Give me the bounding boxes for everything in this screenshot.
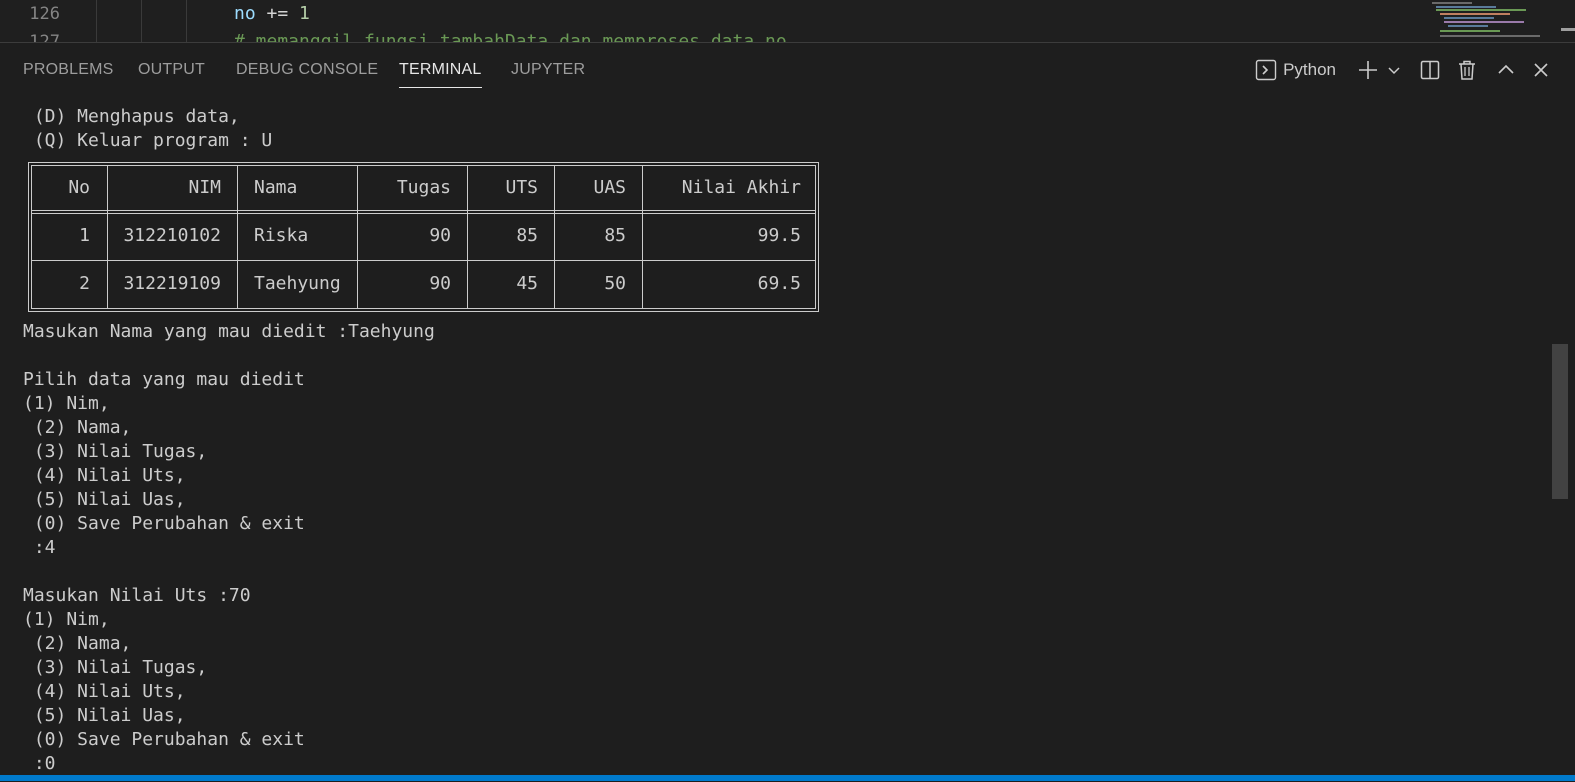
terminal-line: (4) Nilai Uts,	[23, 681, 186, 702]
table-header-cell: UTS	[505, 177, 538, 198]
status-bar-edge	[0, 775, 1575, 781]
terminal-line: :0	[23, 753, 56, 774]
table-header-cell: UAS	[593, 177, 626, 198]
terminal-line: Masukan Nama yang mau diedit :Taehyung	[23, 321, 435, 342]
table-cell: 69.5	[757, 273, 801, 294]
line-number: 126	[29, 4, 60, 24]
terminal-output-lines: Masukan Nama yang mau diedit :Taehyung P…	[0, 320, 1540, 775]
code-token: 1	[299, 3, 310, 24]
data-table: No NIM Nama Tugas UTS UAS Nilai Akhir 1 …	[28, 162, 819, 312]
table-cell: 2	[79, 273, 90, 294]
maximize-panel-button[interactable]	[1496, 55, 1516, 85]
terminal-line: (1) Nim,	[23, 393, 110, 414]
table-header-cell: No	[68, 177, 90, 198]
table-header-cell: Tugas	[396, 177, 451, 198]
editor-scrollbar[interactable]	[1559, 0, 1575, 42]
table-cell: 312219109	[123, 273, 221, 294]
terminal-line: (3) Nilai Tugas,	[23, 657, 208, 678]
table-cell: Riska	[254, 225, 309, 246]
table-header-cell: Nilai Akhir	[681, 177, 801, 198]
terminal-line: (2) Nama,	[23, 417, 132, 438]
close-icon	[1532, 61, 1550, 79]
split-icon	[1420, 60, 1440, 80]
terminal-line: (3) Nilai Tugas,	[23, 441, 208, 462]
trash-icon	[1457, 59, 1477, 81]
terminal-line: (2) Nama,	[23, 633, 132, 654]
table-cell: Taehyung	[254, 273, 341, 294]
terminal-line: (D) Menghapus data,	[23, 106, 240, 127]
close-panel-button[interactable]	[1532, 55, 1550, 85]
tab-terminal[interactable]: TERMINAL	[399, 59, 482, 88]
terminal-line: (0) Save Perubahan & exit	[23, 729, 305, 750]
split-terminal-button[interactable]	[1420, 55, 1440, 85]
table-cell: 99.5	[757, 225, 801, 246]
table-cell: 85	[604, 225, 626, 246]
terminal-line: :4	[23, 537, 56, 558]
terminal-line: (1) Nim,	[23, 609, 110, 630]
table-header-cell: Nama	[254, 177, 298, 198]
scroll-marker	[1561, 28, 1575, 31]
table-cell: 90	[429, 225, 451, 246]
code-comment: # memanggil fungsi tambahData dan mempro…	[234, 31, 787, 42]
terminal-scrollbar-thumb[interactable]	[1552, 344, 1568, 499]
terminal-icon	[1255, 59, 1277, 81]
code-line[interactable]: 126 no += 1	[0, 0, 1420, 28]
terminal-line: (5) Nilai Uas,	[23, 489, 186, 510]
panel-tab-bar: PROBLEMS OUTPUT DEBUG CONSOLE TERMINAL J…	[0, 43, 1575, 95]
chevron-down-icon	[1387, 63, 1401, 77]
terminal-dropdown-button[interactable]	[1387, 55, 1401, 85]
terminal-line: (4) Nilai Uts,	[23, 465, 186, 486]
code-token: no	[234, 3, 256, 24]
table-cell: 45	[516, 273, 538, 294]
kill-terminal-button[interactable]	[1457, 55, 1477, 85]
chevron-up-icon	[1496, 60, 1516, 80]
tab-jupyter[interactable]: JUPYTER	[511, 59, 585, 87]
plus-icon	[1357, 59, 1379, 81]
code-line[interactable]: 127 # memanggil fungsi tambahData dan me…	[0, 28, 1420, 42]
terminal-shell-selector[interactable]: Python	[1255, 55, 1336, 85]
terminal-line: Pilih data yang mau diedit	[23, 369, 305, 390]
terminal-line: (0) Save Perubahan & exit	[23, 513, 305, 534]
tab-output[interactable]: OUTPUT	[138, 59, 205, 87]
table-cell: 90	[429, 273, 451, 294]
tab-debug-console[interactable]: DEBUG CONSOLE	[236, 59, 378, 87]
tab-problems[interactable]: PROBLEMS	[23, 59, 114, 87]
shell-name: Python	[1283, 60, 1336, 79]
table-header-cell: NIM	[188, 177, 221, 198]
table-cell: 312210102	[123, 225, 221, 246]
line-number: 127	[29, 32, 60, 42]
terminal-line: (Q) Keluar program : U	[23, 130, 273, 151]
code-editor[interactable]: 126 no += 1 127 # memanggil fungsi tamba…	[0, 0, 1575, 42]
code-token: +=	[255, 3, 300, 24]
code-text: no += 1	[234, 0, 310, 28]
table-cell: 85	[516, 225, 538, 246]
table-cell: 50	[604, 273, 626, 294]
terminal-line: (5) Nilai Uas,	[23, 705, 186, 726]
table-cell: 1	[79, 225, 90, 246]
minimap[interactable]	[1428, 0, 1552, 42]
terminal-line: Masukan Nilai Uts :70	[23, 585, 251, 606]
new-terminal-button[interactable]	[1357, 55, 1379, 85]
